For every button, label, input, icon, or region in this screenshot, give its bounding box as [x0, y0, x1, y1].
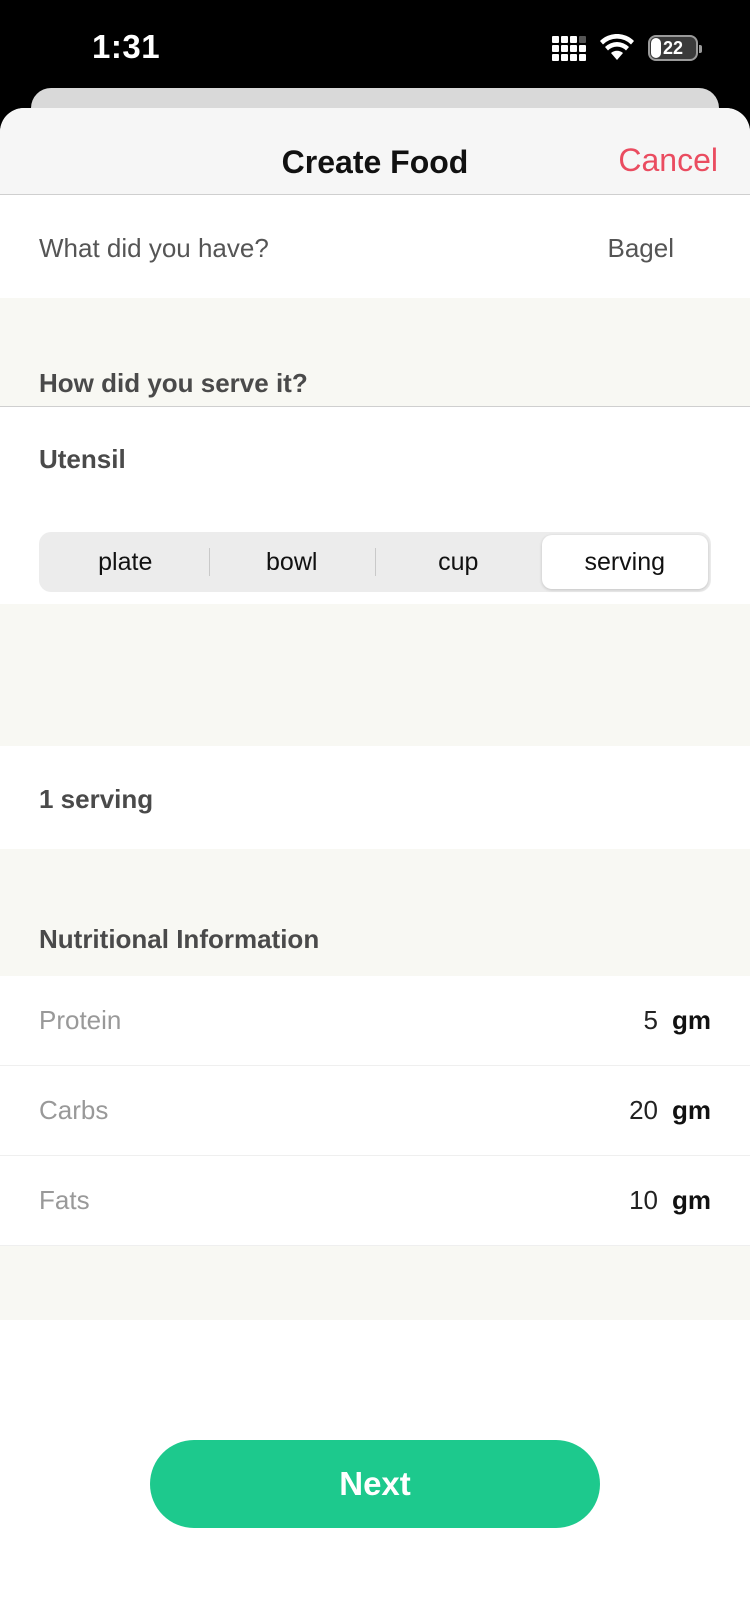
spacer-band: [0, 604, 750, 746]
status-time: 1:31: [92, 28, 161, 65]
nutrition-row-fats[interactable]: Fats 10 gm: [0, 1156, 750, 1246]
nutrient-unit: gm: [672, 1005, 711, 1035]
nutrition-heading: Nutritional Information: [39, 924, 320, 954]
nutrient-name: Protein: [39, 1005, 122, 1035]
nutrition-section-header: Nutritional Information: [0, 849, 750, 976]
battery-level: 22: [662, 37, 684, 58]
status-bar: 1:31 22: [0, 0, 750, 100]
food-question-label: What did you have?: [39, 233, 269, 263]
utensil-label: Utensil: [39, 444, 126, 474]
bottom-band: [0, 1246, 750, 1320]
nav-bar: Create Food Cancel: [0, 108, 750, 195]
nutrient-unit: gm: [672, 1095, 711, 1125]
food-name-row[interactable]: What did you have? Bagel: [0, 195, 750, 298]
serve-section-header: How did you serve it?: [0, 298, 750, 407]
nutrition-row-carbs[interactable]: Carbs 20 gm: [0, 1066, 750, 1156]
cellular-signal-icon: [552, 35, 586, 61]
nutrient-name: Carbs: [39, 1095, 109, 1125]
segment-plate[interactable]: plate: [42, 535, 209, 589]
nutrition-row-protein[interactable]: Protein 5 gm: [0, 976, 750, 1066]
quantity-row[interactable]: 1 serving: [0, 746, 750, 849]
create-food-sheet: Create Food Cancel What did you have? Ba…: [0, 108, 750, 1623]
status-icons: 22: [552, 34, 702, 62]
serve-heading: How did you serve it?: [39, 368, 308, 398]
nutrient-unit: gm: [672, 1185, 711, 1215]
next-button[interactable]: Next: [150, 1440, 600, 1528]
segment-serving[interactable]: serving: [541, 535, 708, 589]
wifi-icon: [600, 34, 634, 60]
utensil-segmented-control: plate bowl cup serving: [39, 532, 711, 592]
cancel-button[interactable]: Cancel: [618, 142, 718, 179]
nutrient-value-input[interactable]: 10: [629, 1185, 658, 1216]
nutrient-value-input[interactable]: 20: [629, 1095, 658, 1126]
nutrient-name: Fats: [39, 1185, 90, 1215]
nutrient-value-input[interactable]: 5: [644, 1005, 658, 1036]
segment-cup[interactable]: cup: [375, 535, 542, 589]
quantity-label: 1 serving: [39, 784, 154, 814]
food-name-value[interactable]: Bagel: [608, 233, 675, 264]
battery-icon: 22: [648, 35, 702, 61]
segment-bowl[interactable]: bowl: [208, 535, 376, 589]
